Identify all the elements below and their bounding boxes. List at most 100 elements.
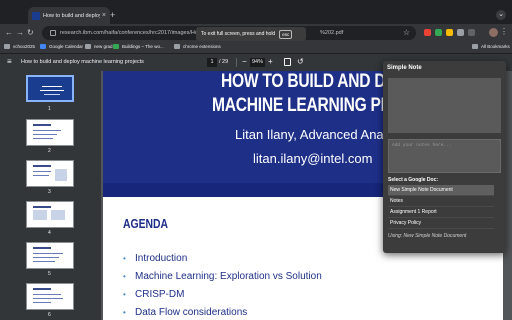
thumbnail-number: 3 <box>48 189 51 195</box>
bullet-icon: • <box>123 289 126 299</box>
thumb-text-line <box>33 257 59 258</box>
using-doc-label: Using: New Simple Note Document <box>388 233 467 239</box>
zoom-input[interactable]: 94% <box>250 58 265 67</box>
forward-icon[interactable]: → <box>16 28 24 38</box>
zoom-out-icon[interactable]: − <box>242 57 247 66</box>
folder-icon <box>4 44 10 49</box>
site-icon <box>113 44 119 49</box>
tab-search-icon[interactable]: ⌄ <box>496 10 506 20</box>
fit-page-icon[interactable] <box>284 58 291 66</box>
doc-option[interactable]: Privacy Policy <box>388 218 494 229</box>
thumb-text-line <box>33 298 63 299</box>
doc-option[interactable]: New Simple Note Document <box>388 185 494 196</box>
thumb-image <box>33 210 47 220</box>
doc-option[interactable]: Assignment 1 Report <box>388 207 494 218</box>
notes-textarea[interactable]: Add your notes here... <box>388 139 501 173</box>
thumb-heading <box>33 124 51 126</box>
pdf-title: How to build and deploy machine learning… <box>21 59 144 65</box>
thumbnail-number: 1 <box>48 106 51 112</box>
tab-close-icon[interactable]: × <box>102 12 106 19</box>
thumb-text-line <box>33 302 51 303</box>
page-number-input[interactable]: 1 <box>207 58 217 67</box>
bookmarks-bar: vchoo2025 Google Calendar new grad Build… <box>0 42 512 54</box>
agenda-heading: AGENDA <box>123 216 169 231</box>
thumbnail-number: 4 <box>48 230 51 236</box>
slide-email: litan.ilany@intel.com <box>253 151 373 166</box>
bullet-icon: • <box>123 307 126 317</box>
tab-title: How to build and deploy machine le <box>43 12 100 19</box>
toolbar-divider <box>236 58 237 67</box>
thumb-text-line <box>33 261 55 262</box>
thumb-heading <box>33 288 51 290</box>
agenda-item: • Data Flow considerations <box>123 306 248 318</box>
thumb-text-line <box>33 138 53 139</box>
thumb-text-line <box>33 134 57 135</box>
thumbnail-number: 5 <box>48 271 51 277</box>
thumbnail-page-1[interactable] <box>26 75 74 102</box>
thumbnail-page-5[interactable] <box>26 242 74 269</box>
bookmark-item[interactable]: Google Calendar <box>40 44 83 49</box>
intel-favicon-icon <box>32 11 40 20</box>
agenda-list: • Introduction • Machine Learning: Explora… <box>123 249 322 320</box>
folder-icon <box>85 44 91 49</box>
calendar-icon <box>40 44 46 49</box>
side-panel-icon[interactable] <box>468 29 475 36</box>
profile-avatar[interactable] <box>489 28 498 37</box>
rotate-icon[interactable]: ↺ <box>297 57 304 66</box>
browser-tab[interactable]: How to build and deploy machine le × <box>28 7 110 24</box>
bookmark-star-icon[interactable]: ☆ <box>403 28 410 37</box>
thumbnail-page-4[interactable] <box>26 201 74 228</box>
bullet-icon: • <box>123 253 126 263</box>
extension-green-icon[interactable] <box>435 29 442 36</box>
extension-yellow-icon[interactable] <box>446 29 453 36</box>
doc-option[interactable]: Notes <box>388 196 494 207</box>
reload-icon[interactable]: ↻ <box>27 28 34 38</box>
thumb-heading <box>33 247 51 249</box>
thumb-image <box>51 210 65 220</box>
folder-icon <box>472 44 478 49</box>
thumb-title-line <box>40 90 64 91</box>
doc-select-list: New Simple Note Document Notes Assignmen… <box>388 185 494 229</box>
simple-note-popup: Simple Note Add your notes here... Selec… <box>383 61 506 253</box>
menu-kebab-icon[interactable]: ⋮ <box>500 27 508 36</box>
toast-message: To exit full screen, press and hold <box>201 31 276 37</box>
thumbnail-page-2[interactable] <box>26 119 74 146</box>
thumbnail-sidebar: 1 2 3 4 5 6 <box>0 71 101 320</box>
bookmark-item[interactable]: chrome extensions <box>174 44 221 49</box>
esc-key-badge: esc <box>279 29 293 39</box>
all-bookmarks[interactable]: All Bookmarks <box>472 44 510 49</box>
thumb-text-line <box>33 171 51 172</box>
thumbnail-page-6[interactable] <box>26 283 74 310</box>
browser-window: How to build and deploy machine le × + ⌄… <box>0 0 512 320</box>
thumb-heading <box>33 206 51 208</box>
bullet-icon: • <box>123 271 126 281</box>
thumbnail-page-3[interactable] <box>26 160 74 187</box>
extension-red-icon[interactable] <box>424 29 431 36</box>
sidebar-menu-icon[interactable]: ≡ <box>7 58 12 66</box>
thumb-text-line <box>33 294 61 295</box>
folder-icon <box>174 44 180 49</box>
back-icon[interactable]: ← <box>5 28 13 38</box>
extensions-puzzle-icon[interactable] <box>457 29 464 36</box>
thumb-image <box>55 169 67 181</box>
agenda-item: • Introduction <box>123 252 188 264</box>
bookmark-item[interactable]: new grad <box>85 44 113 49</box>
agenda-item: • Machine Learning: Exploration vs Soluti… <box>123 270 322 282</box>
thumbnail-number: 6 <box>48 312 51 318</box>
new-tab-button[interactable]: + <box>110 11 115 20</box>
bookmark-item[interactable]: vchoo2025 <box>4 44 35 49</box>
bookmark-item[interactable]: Buildings – The wo... <box>113 44 164 49</box>
page-total: / 29 <box>219 59 229 65</box>
select-doc-label: Select a Google Doc: <box>388 177 439 183</box>
zoom-in-icon[interactable]: + <box>268 57 273 66</box>
thumb-subtitle-line <box>44 94 60 95</box>
popup-title: Simple Note <box>387 65 422 71</box>
agenda-item: • CRISP-DM <box>123 288 185 300</box>
thumb-heading <box>33 165 51 167</box>
url-text-left: research.ibm.com/haifa/conferences/hrc20… <box>60 30 213 36</box>
fullscreen-toast: To exit full screen, press and hold esc <box>196 27 306 41</box>
site-info-icon[interactable] <box>50 30 56 36</box>
notes-display-area <box>388 78 501 133</box>
tab-strip: How to build and deploy machine le × + ⌄ <box>0 0 512 24</box>
thumbnail-number: 2 <box>48 148 51 154</box>
